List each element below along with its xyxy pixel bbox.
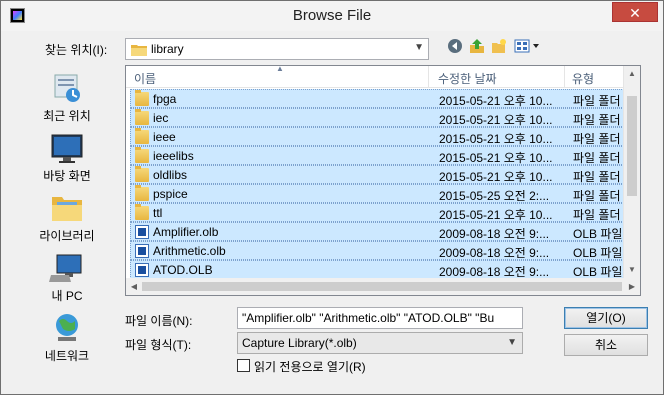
column-name-header[interactable]: 이름 — [134, 70, 156, 87]
file-list[interactable]: 이름 ▲ 수정한 날짜 유형 fpga 2015-05-21 오후 10... 파일… — [125, 64, 641, 296]
place-label: 내 PC — [51, 289, 83, 303]
libraries-icon — [49, 191, 85, 225]
file-row[interactable]: oldlibs 2015-05-21 오후 10... 파일 폴더 — [130, 165, 632, 184]
file-row[interactable]: fpga 2015-05-21 오후 10... 파일 폴더 — [130, 89, 632, 108]
scroll-thumb[interactable] — [627, 96, 637, 196]
place-label: 라이브러리 — [39, 229, 95, 243]
network-icon — [49, 311, 85, 345]
file-name: ieeelibs — [153, 149, 194, 163]
file-type-combo[interactable]: Capture Library(*.olb) ▼ — [237, 332, 523, 354]
file-name: Arithmetic.olb — [153, 244, 226, 258]
file-name-input[interactable]: "Amplifier.olb" "Arithmetic.olb" "ATOD.O… — [237, 307, 523, 329]
back-icon — [448, 39, 462, 53]
file-name: Amplifier.olb — [153, 225, 219, 239]
hscroll-thumb[interactable] — [142, 282, 622, 291]
column-header: 이름 ▲ 수정한 날짜 유형 — [126, 64, 632, 88]
file-name: fpga — [153, 92, 177, 106]
place-network[interactable]: 네트워크 — [15, 311, 119, 364]
title-bar: Browse File ✕ — [1, 1, 663, 31]
folder-icon — [135, 147, 149, 163]
file-name: iec — [153, 111, 169, 125]
place-desktop[interactable]: 바탕 화면 — [15, 131, 119, 184]
recent-places-icon — [49, 71, 85, 105]
up-folder-icon — [470, 39, 484, 53]
chevron-down-icon: ▼ — [507, 337, 517, 348]
scroll-right-icon[interactable]: ▶ — [624, 278, 640, 295]
desktop-icon — [49, 131, 85, 165]
close-button[interactable]: ✕ — [612, 2, 658, 22]
file-name-label: 파일 이름(N): — [125, 314, 193, 328]
file-row[interactable]: Arithmetic.olb 2009-08-18 오전 9:... OLB 파일 — [130, 241, 632, 260]
file-type-value: Capture Library(*.olb) — [242, 336, 357, 350]
look-in-combo[interactable]: library ▼ — [125, 38, 429, 60]
horizontal-scrollbar[interactable]: ◀ ▶ — [126, 278, 640, 295]
file-row[interactable]: iec 2015-05-21 오후 10... 파일 폴더 — [130, 108, 632, 127]
file-date: 2015-05-21 오후 10... — [439, 151, 553, 165]
folder-icon — [135, 185, 149, 201]
column-type-header[interactable]: 유형 — [572, 70, 594, 87]
file-date: 2015-05-21 오후 10... — [439, 94, 553, 108]
back-button[interactable] — [445, 38, 465, 58]
file-date: 2015-05-21 오후 10... — [439, 132, 553, 146]
folder-icon — [135, 204, 149, 220]
up-folder-button[interactable] — [467, 38, 487, 58]
file-row[interactable]: ieeelibs 2015-05-21 오후 10... 파일 폴더 — [130, 146, 632, 165]
new-folder-button[interactable] — [489, 38, 509, 58]
checkbox-box[interactable] — [237, 359, 250, 372]
new-folder-icon — [492, 39, 506, 53]
view-menu-button[interactable] — [513, 38, 543, 58]
folder-icon — [131, 45, 147, 56]
file-name: ATOD.OLB — [153, 263, 213, 277]
olb-file-icon — [135, 263, 149, 277]
scroll-left-icon[interactable]: ◀ — [126, 278, 142, 295]
view-menu-icon — [514, 39, 539, 53]
file-row[interactable]: ieee 2015-05-21 오후 10... 파일 폴더 — [130, 127, 632, 146]
place-label: 바탕 화면 — [43, 169, 91, 183]
open-button[interactable]: 열기(O) — [564, 307, 648, 329]
chevron-down-icon: ▼ — [414, 42, 424, 53]
file-name: pspice — [153, 187, 188, 201]
file-name: ieee — [153, 130, 176, 144]
look-in-label: 찾는 위치(I): — [45, 43, 108, 57]
look-in-value: library — [151, 42, 184, 56]
file-row[interactable]: ttl 2015-05-21 오후 10... 파일 폴더 — [130, 203, 632, 222]
place-label: 최근 위치 — [43, 109, 91, 123]
file-name: ttl — [153, 206, 163, 220]
file-date: 2015-05-21 오후 10... — [439, 113, 553, 127]
place-libraries[interactable]: 라이브러리 — [15, 191, 119, 244]
file-date: 2009-08-18 오전 9:... — [439, 246, 550, 260]
folder-icon — [135, 90, 149, 106]
place-computer[interactable]: 내 PC — [15, 251, 119, 304]
file-name: oldlibs — [153, 168, 188, 182]
scroll-up-icon[interactable]: ▲ — [624, 66, 640, 82]
file-date: 2009-08-18 오전 9:... — [439, 227, 550, 241]
folder-icon — [135, 109, 149, 125]
window-title: Browse File — [292, 7, 372, 24]
read-only-label: 읽기 전용으로 열기(R) — [254, 360, 366, 374]
places-bar: 최근 위치 바탕 화면 라이브러리 내 PC 네트워크 — [15, 65, 119, 375]
file-row[interactable]: Amplifier.olb 2009-08-18 오전 9:... OLB 파일 — [130, 222, 632, 241]
cancel-button[interactable]: 취소 — [564, 334, 648, 356]
file-row[interactable]: ATOD.OLB 2009-08-18 오전 9:... OLB 파일 — [130, 260, 632, 279]
folder-icon — [135, 128, 149, 144]
column-date-header[interactable]: 수정한 날짜 — [438, 70, 497, 87]
file-date: 2015-05-21 오후 10... — [439, 208, 553, 222]
scroll-down-icon[interactable]: ▼ — [624, 262, 640, 278]
vertical-scrollbar[interactable]: ▲ ▼ — [623, 66, 640, 278]
olb-file-icon — [135, 225, 149, 239]
file-date: 2015-05-25 오전 2:... — [439, 189, 550, 203]
file-type-label: 파일 형식(T): — [125, 338, 192, 352]
sort-ascending-icon: ▲ — [276, 64, 284, 73]
browse-file-dialog: Browse File ✕ 찾는 위치(I): library ▼ 최근 위치 … — [0, 0, 664, 395]
computer-icon — [49, 251, 85, 285]
olb-file-icon — [135, 244, 149, 258]
place-label: 네트워크 — [44, 349, 90, 363]
file-row[interactable]: pspice 2015-05-25 오전 2:... 파일 폴더 — [130, 184, 632, 203]
folder-icon — [135, 166, 149, 182]
place-recent[interactable]: 최근 위치 — [15, 71, 119, 124]
file-date: 2015-05-21 오후 10... — [439, 170, 553, 184]
